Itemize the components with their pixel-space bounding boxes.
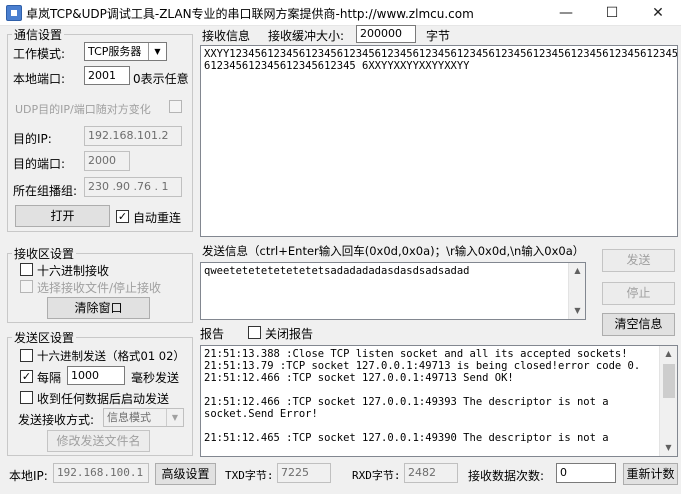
maximize-button[interactable]: ☐ [589, 0, 635, 26]
recv-count-label: 接收数据次数: [468, 469, 545, 483]
auto-reconnect-checkbox[interactable]: ✓ [116, 210, 129, 223]
buffer-size-label: 接收缓冲大小: [268, 29, 345, 43]
local-port-input[interactable]: 2001 [84, 66, 130, 85]
report-line: 21:51:12.466 :TCP socket 127.0.0.1:49713… [204, 372, 514, 384]
txd-label: TXD字节: [225, 469, 274, 482]
interval-prefix-label: 每隔 [37, 371, 62, 385]
app-icon [6, 5, 22, 21]
send-button[interactable]: 发送 [602, 249, 675, 272]
report-line: 21:51:12.466 :TCP socket 127.0.0.1:49393… [204, 396, 609, 408]
send-mode-value: 信息模式 [107, 411, 151, 424]
scroll-down-icon[interactable]: ▼ [569, 303, 586, 319]
local-ip-value: 192.168.100.1 [53, 463, 149, 483]
send-title: 发送信息（ctrl+Enter输入回车(0x0d,0x0a)；\r输入0x0d,… [202, 244, 585, 258]
receive-textarea[interactable]: XXYY123456123456123456123456123456123456… [200, 45, 678, 237]
send-scrollbar[interactable]: ▲ ▼ [568, 263, 585, 319]
report-line: 21:51:12.465 :TCP socket 127.0.0.1:49390… [204, 432, 609, 444]
receive-title: 接收信息 [202, 29, 251, 43]
report-scrollbar[interactable]: ▲ ▼ [659, 346, 677, 456]
reply-send-label: 收到任何数据后启动发送 [37, 392, 170, 406]
minimize-button[interactable]: — [543, 0, 589, 26]
udp-follow-checkbox[interactable] [169, 100, 182, 113]
report-line: 21:51:13.388 :Close TCP listen socket an… [204, 348, 628, 360]
send-mode-label: 发送接收方式: [18, 413, 95, 427]
local-port-label: 本地端口: [13, 72, 66, 86]
scroll-up-icon[interactable]: ▲ [569, 263, 586, 279]
scroll-thumb[interactable] [663, 364, 675, 398]
hex-send-label: 十六进制发送（格式01 02） [37, 349, 185, 363]
advanced-settings-button[interactable]: 高级设置 [155, 463, 216, 485]
buffer-size-input[interactable]: 200000 [356, 25, 416, 43]
close-report-label: 关闭报告 [265, 327, 314, 341]
save-file-checkbox[interactable] [20, 280, 33, 293]
chevron-down-icon[interactable]: ▼ [166, 409, 183, 426]
scroll-up-icon[interactable]: ▲ [660, 346, 677, 362]
rxd-label: RXD字节: [352, 469, 401, 482]
scroll-down-icon[interactable]: ▼ [660, 440, 677, 456]
stop-button[interactable]: 停止 [602, 282, 675, 305]
report-line [204, 420, 674, 432]
interval-unit-label: 毫秒发送 [131, 371, 180, 385]
interval-input[interactable]: 1000 [67, 366, 125, 385]
rxd-value: 2482 [404, 463, 458, 483]
multicast-group-label: 所在组播组: [13, 184, 78, 198]
hex-send-checkbox[interactable] [20, 349, 33, 362]
auto-reconnect-label: 自动重连 [133, 211, 182, 225]
edit-send-file-button[interactable]: 修改发送文件名 [47, 430, 150, 452]
txd-value: 7225 [277, 463, 331, 483]
open-button[interactable]: 打开 [15, 205, 110, 227]
dest-ip-label: 目的IP: [13, 132, 52, 146]
dest-port-input[interactable]: 2000 [84, 151, 130, 171]
send-settings-title: 发送区设置 [12, 329, 77, 346]
multicast-group-input[interactable]: 230 .90 .76 . 1 [84, 177, 182, 197]
recv-settings-title: 接收区设置 [12, 245, 77, 262]
report-textarea[interactable]: 21:51:13.388 :Close TCP listen socket an… [200, 345, 678, 457]
clear-window-button[interactable]: 清除窗口 [47, 297, 150, 319]
chevron-down-icon[interactable]: ▼ [148, 43, 166, 60]
recount-button[interactable]: 重新计数 [623, 463, 678, 485]
report-line: socket.Send Error! [204, 408, 318, 420]
recv-count-value: 0 [556, 463, 616, 483]
any-port-hint: 0表示任意 [133, 72, 189, 86]
report-line [204, 384, 674, 396]
receive-line: XXYY123456123456123456123456123456123456… [204, 48, 678, 60]
interval-send-checkbox[interactable]: ✓ [20, 370, 33, 383]
save-file-label: 选择接收文件/停止接收 [37, 281, 162, 295]
clear-info-button[interactable]: 清空信息 [602, 313, 675, 336]
send-textarea[interactable]: qweetetetetetetetetsadadadadasdasdsadsad… [200, 262, 586, 320]
report-line: 21:51:13.79 :TCP socket 127.0.0.1:49713 … [204, 360, 641, 372]
buffer-unit-label: 字节 [426, 29, 451, 43]
send-content: qweetetetetetetetetsadadadadasdasdsadsad… [204, 265, 470, 277]
work-mode-value: TCP服务器 [88, 45, 142, 58]
hex-recv-checkbox[interactable] [20, 263, 33, 276]
reply-send-checkbox[interactable] [20, 391, 33, 404]
receive-line: 612345612345612345612345 6XXYYXXYYXXYYXX… [204, 60, 470, 72]
comm-settings-title: 通信设置 [12, 26, 65, 43]
close-button[interactable]: ✕ [635, 0, 681, 26]
report-title: 报告 [200, 327, 225, 341]
dest-ip-input[interactable]: 192.168.101.2 [84, 126, 182, 146]
udp-follow-label: UDP目的IP/端口随对方变化 [15, 103, 151, 116]
close-report-checkbox[interactable] [248, 326, 261, 339]
window-title: 卓岚TCP&UDP调试工具-ZLAN专业的串口联网方案提供商-http://ww… [26, 7, 474, 21]
work-mode-label: 工作模式: [13, 47, 66, 61]
hex-recv-label: 十六进制接收 [37, 264, 110, 278]
local-ip-label: 本地IP: [9, 469, 48, 483]
dest-port-label: 目的端口: [13, 157, 66, 171]
